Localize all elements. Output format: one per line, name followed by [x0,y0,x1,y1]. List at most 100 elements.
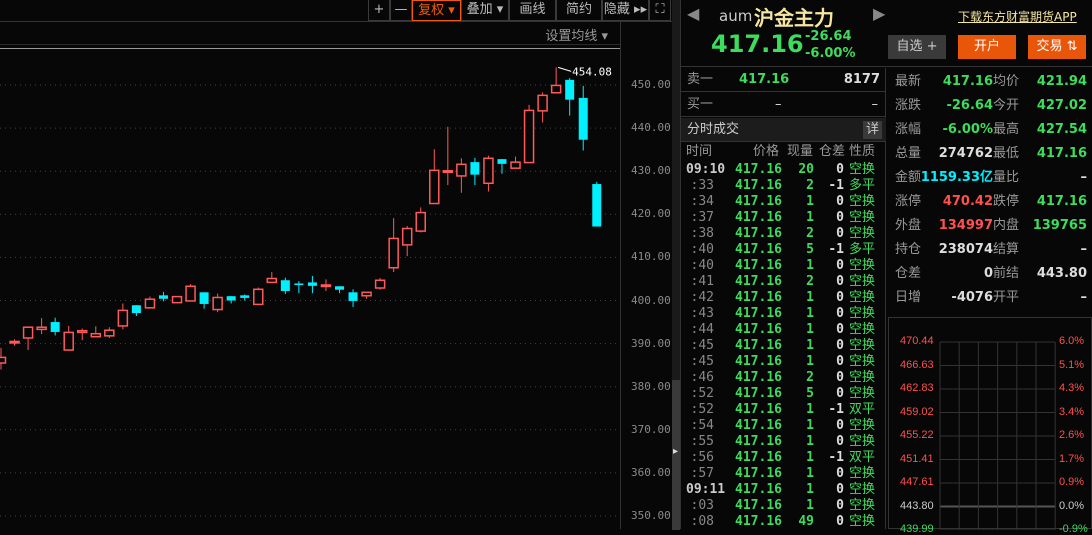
candle [90,326,102,338]
candle-body [497,159,507,164]
bid-volume: – [871,97,879,112]
candle-body [212,296,223,311]
tick-oi-change: 0 [836,274,844,289]
price-tick-label: 390.00 [631,336,671,350]
candle-body [550,84,562,94]
candle-body [117,309,129,327]
collapse-arrow-icon[interactable]: ▸ [673,446,678,457]
tick-price: 417.16 [735,306,782,321]
tick-row: 09:10 417.16 20 0 空换 [681,162,886,178]
ask-label: 卖一 [687,72,714,87]
candle-body [348,292,358,301]
tick-oi-change: 0 [836,210,844,225]
candle [456,158,467,193]
tick-row: :46 417.16 2 0 空换 [681,370,886,386]
hide-panel-button[interactable]: 隐藏 ▸▸ [602,0,649,21]
candle [442,126,454,185]
tick-volume: 1 [806,354,814,369]
add-watchlist-button[interactable]: 自选 + [888,35,946,59]
tick-volume: 2 [806,226,814,241]
tick-volume: 1 [806,210,814,225]
ticks-detail-button[interactable]: 详 [862,121,882,139]
tick-volume: 5 [806,242,814,257]
tick-type: 空换 [849,514,876,529]
tick-time: :42 [690,290,714,305]
candle-body [36,326,47,331]
candle [401,225,413,257]
candle-body [266,277,278,284]
simple-mode-button[interactable]: 简约 [556,0,602,21]
tick-type: 空换 [849,274,876,289]
overlay-dropdown[interactable]: 叠加 ▾ [461,0,509,21]
ask-price: 417.16 [739,72,790,87]
zoom-out-button[interactable]: — [390,0,412,21]
stat-label: 总量 [895,146,922,161]
tick-type: 空换 [849,338,876,353]
tick-price: 417.16 [735,338,782,353]
stat-value: 443.80 [1036,266,1087,281]
tick-volume: 49 [798,514,814,529]
tick-oi-change: 0 [836,434,844,449]
candle [131,305,141,317]
tick-type: 多平 [849,178,876,193]
trade-button[interactable]: 交易 ⇅ [1028,35,1086,59]
bid-label: 买一 [687,97,714,112]
fullscreen-icon[interactable]: ⛶ [649,0,671,21]
download-app-link[interactable]: 下载东方财富期货APP [958,8,1077,25]
tick-type: 空换 [849,498,876,513]
scrollbar-thumb[interactable]: ▸ [672,380,680,530]
prev-contract-icon[interactable]: ◀ [687,4,699,23]
ma-settings-dropdown[interactable]: 设置均线 ▾ [545,25,608,44]
candlestick-chart[interactable]: 454.08 [0,49,620,529]
mini-price-label: 466.63 [900,358,934,371]
candle-body [22,326,34,339]
tick-price: 417.16 [735,386,782,401]
candle-body [388,237,399,269]
stat-value: – [1080,242,1088,257]
price-tick-label: 430.00 [631,164,671,178]
tick-price: 417.16 [735,418,782,433]
draw-line-button[interactable]: 画线 [509,0,556,21]
bid-price: – [775,97,782,112]
candle [294,281,304,294]
mini-price-label: 443.80 [900,499,934,512]
mini-pct-label: 0.9% [1059,476,1085,488]
next-contract-icon[interactable]: ▶ [873,4,885,23]
zoom-in-button[interactable]: + [368,0,390,21]
tick-row: :37 417.16 1 0 空换 [681,210,886,226]
fuquan-dropdown[interactable]: 复权 ▾ [412,0,461,21]
tick-row: :08 417.16 49 0 空换 [681,514,886,530]
tick-oi-change: 0 [836,194,844,209]
stat-label: 涨幅 [895,122,922,137]
tick-time: :52 [690,386,714,401]
stat-label: 涨跌 [895,98,922,113]
candle-body [361,291,372,297]
tick-time: 09:10 [686,162,726,177]
open-account-button[interactable]: 开户 [958,35,1016,59]
stat-label: 日增 [895,290,922,305]
price-change-pct: -6.00% [805,46,856,61]
candle [592,181,602,227]
tick-type: 空换 [849,322,876,337]
candle-body [50,322,60,332]
stat-value: 238074 [938,242,993,257]
tick-type: 空换 [849,434,876,449]
ask-row: 卖一 417.16 8177 [681,68,886,92]
stat-row: 持仓 238074 结算 – [887,238,1092,262]
tick-row: :38 417.16 2 0 空换 [681,226,886,242]
tick-oi-change: 0 [836,258,844,273]
last-price: 417.16 [711,30,804,58]
chart-toolbar: + — 复权 ▾ 叠加 ▾ 画线 简约 隐藏 ▸▸ ⛶ [0,0,672,22]
tick-row: :41 417.16 2 0 空换 [681,274,886,290]
mini-price-label: 470.44 [900,335,934,347]
tick-type: 双平 [849,402,876,417]
tick-price: 417.16 [735,242,782,257]
price-tick-label: 420.00 [631,207,671,221]
candle [565,78,575,116]
stat-value: 1159.33亿 [920,170,993,185]
stat-row: 金额 1159.33亿 量比 – [887,166,1092,190]
mini-pct-label: -0.9% [1059,523,1088,535]
tick-type: 空换 [849,162,876,177]
tick-volume: 1 [806,322,814,337]
intraday-mini-chart[interactable]: 470.44 6.0% 466.63 5.1% 462.83 4.3% 459.02 3.4%… [888,317,1092,535]
